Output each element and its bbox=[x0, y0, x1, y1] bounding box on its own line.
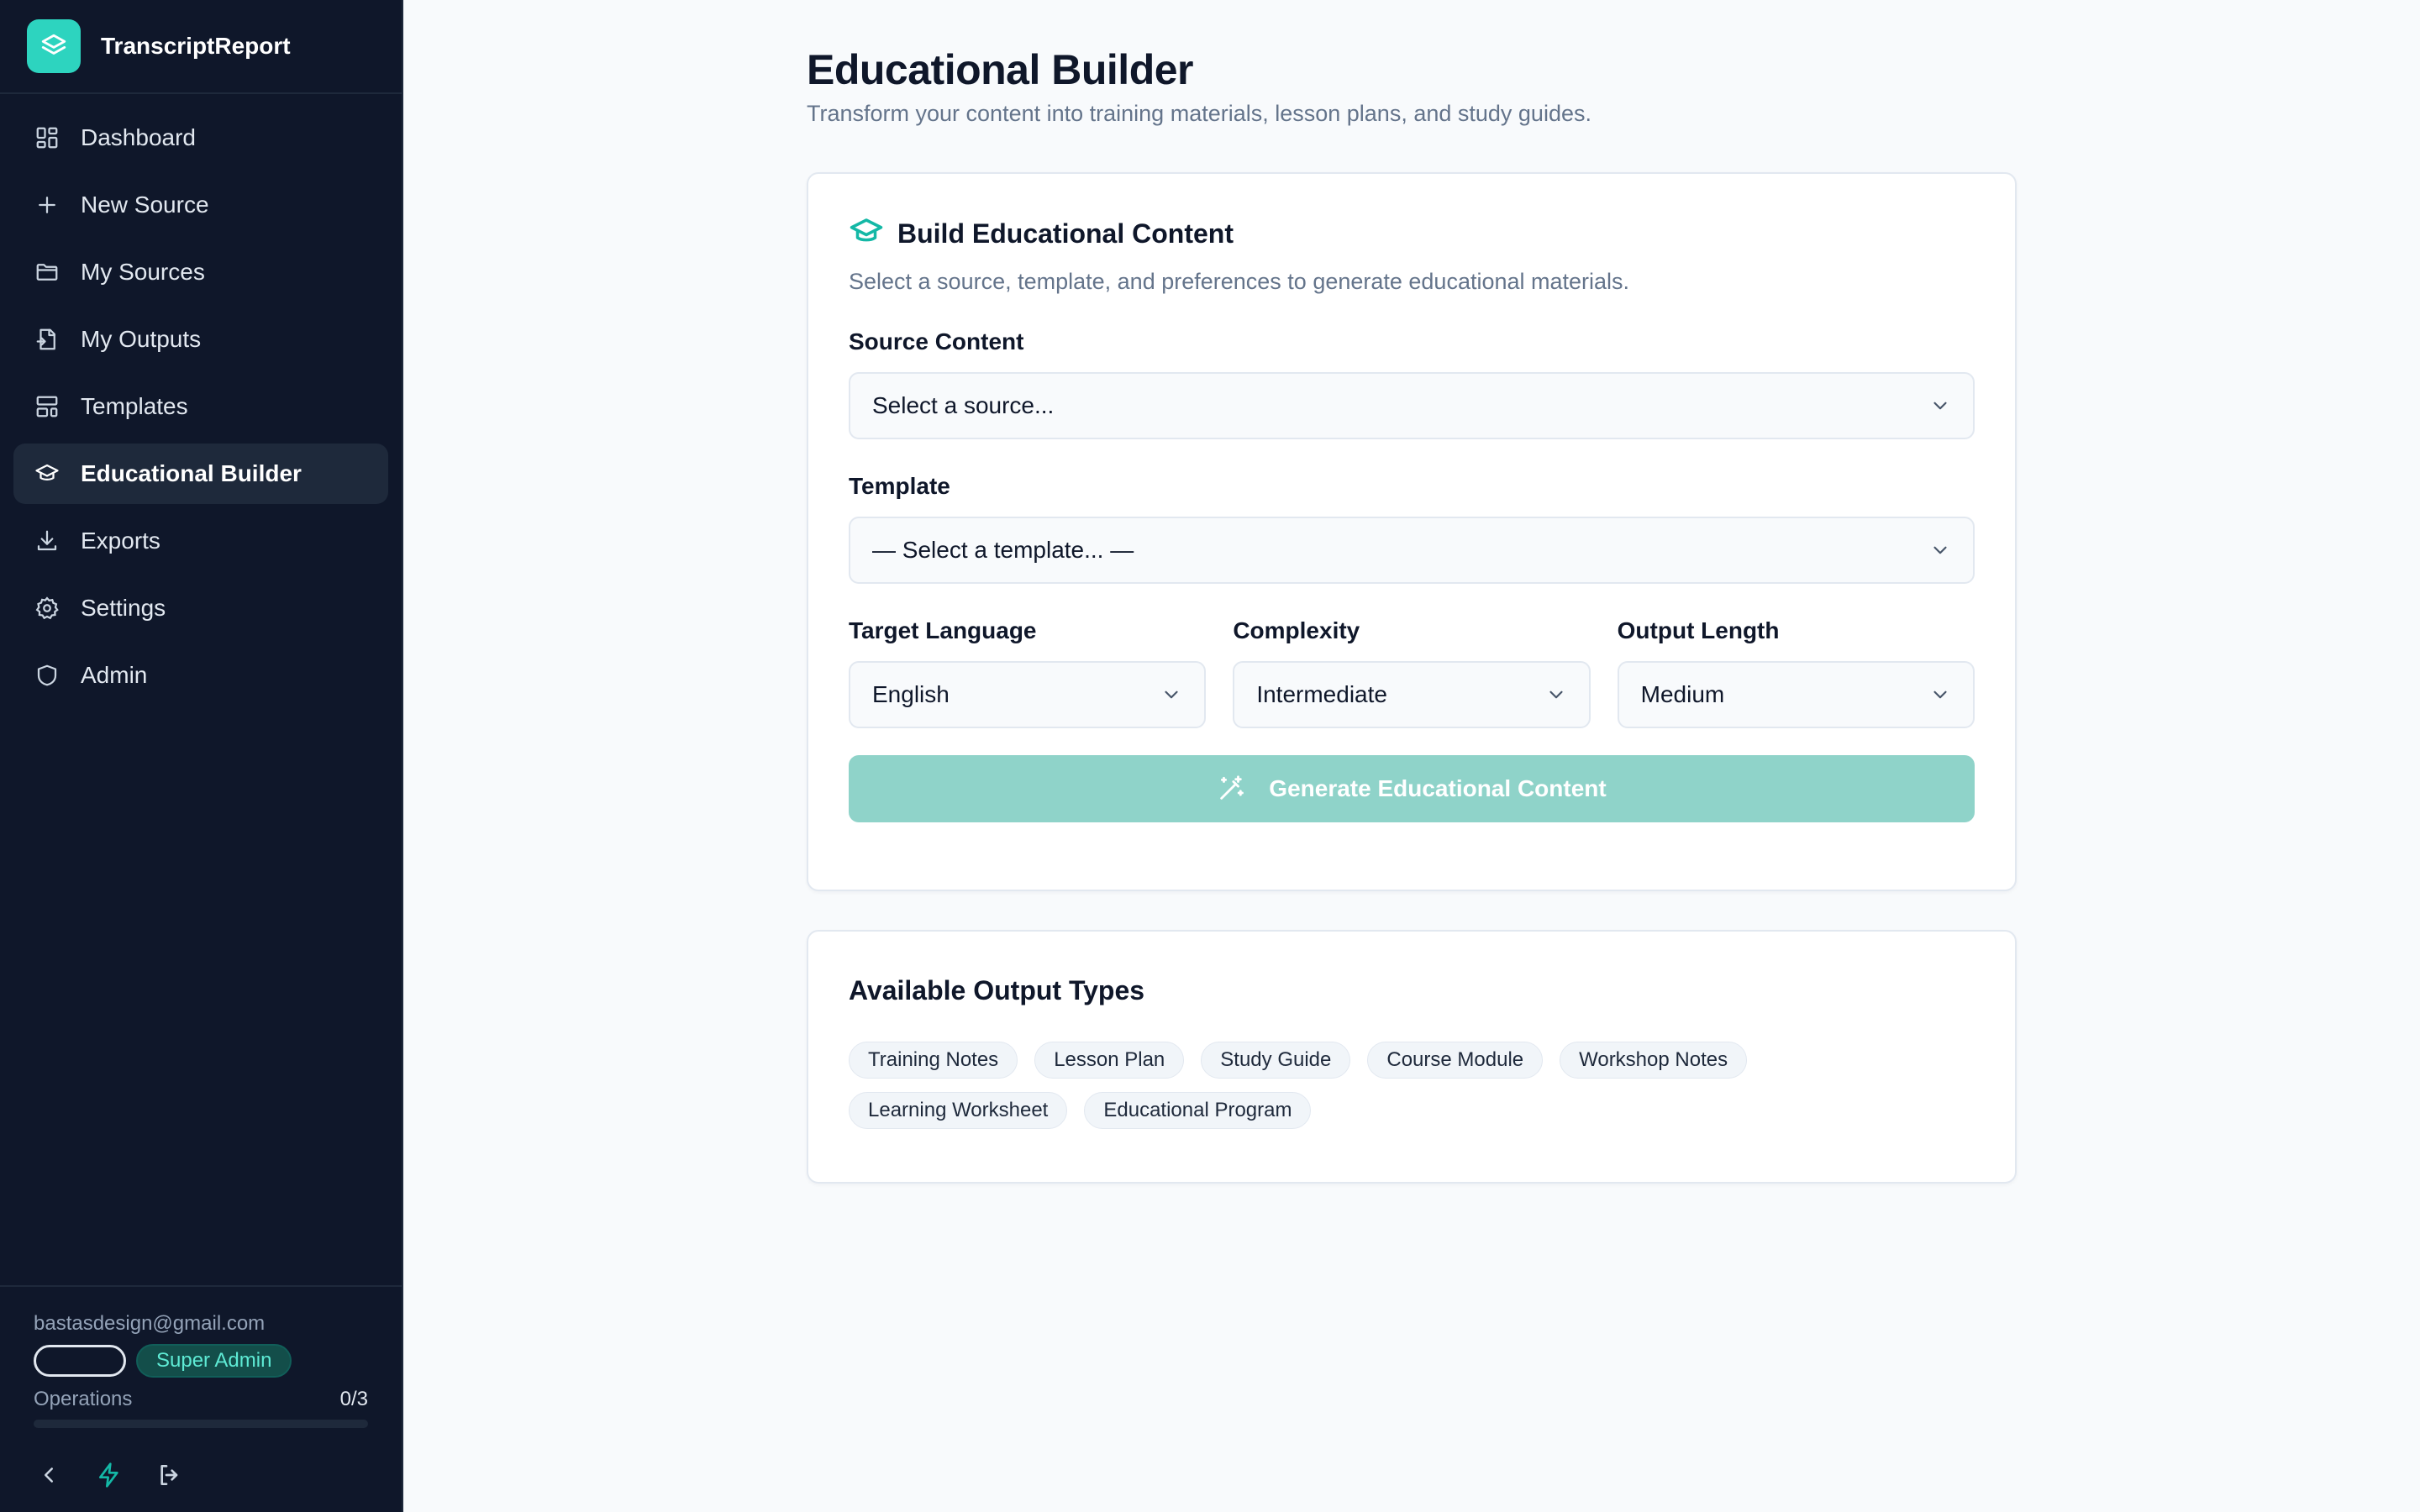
zap-icon[interactable] bbox=[94, 1460, 124, 1490]
brand[interactable]: TranscriptReport bbox=[0, 0, 402, 94]
sidebar-item-label: Templates bbox=[81, 393, 188, 419]
sidebar-footer-actions bbox=[34, 1460, 368, 1490]
role-badge: Super Admin bbox=[136, 1344, 292, 1378]
folder-icon bbox=[34, 259, 60, 286]
language-label: Target Language bbox=[849, 617, 1037, 643]
build-card-header: Build Educational Content bbox=[849, 214, 1975, 254]
output-type-chip: Workshop Notes bbox=[1560, 1042, 1748, 1079]
output-type-chip: Lesson Plan bbox=[1034, 1042, 1185, 1079]
sidebar-item-dashboard[interactable]: Dashboard bbox=[13, 108, 388, 168]
language-select-value: English bbox=[872, 681, 950, 707]
user-badges: Super Admin bbox=[34, 1344, 368, 1378]
sidebar-item-my-sources[interactable]: My Sources bbox=[13, 242, 388, 302]
sidebar-item-label: My Sources bbox=[81, 259, 205, 285]
sidebar-item-educational-builder[interactable]: Educational Builder bbox=[13, 444, 388, 504]
sidebar-nav: Dashboard New Source My Sources My Outpu… bbox=[0, 94, 402, 706]
build-card-description: Select a source, template, and preferenc… bbox=[849, 269, 1630, 294]
logout-icon[interactable] bbox=[155, 1460, 185, 1490]
sidebar-item-label: Exports bbox=[81, 528, 160, 554]
output-type-chip: Training Notes bbox=[849, 1042, 1018, 1079]
output-type-chip: Study Guide bbox=[1201, 1042, 1351, 1079]
length-label: Output Length bbox=[1617, 617, 1780, 643]
output-types-title: Available Output Types bbox=[849, 975, 1145, 1005]
preferences-row: Target Language English Complexity Inter… bbox=[849, 584, 1975, 728]
template-select-value: — Select a template... — bbox=[872, 537, 1134, 563]
language-select[interactable]: English bbox=[849, 661, 1207, 728]
sidebar-item-templates[interactable]: Templates bbox=[13, 376, 388, 437]
graduation-cap-icon bbox=[849, 214, 897, 254]
source-select-value: Select a source... bbox=[872, 392, 1055, 418]
build-card-title: Build Educational Content bbox=[897, 218, 1234, 249]
output-type-chip: Learning Worksheet bbox=[849, 1092, 1068, 1129]
language-field: Target Language English bbox=[849, 584, 1207, 728]
sidebar-item-my-outputs[interactable]: My Outputs bbox=[13, 309, 388, 370]
output-types-card: Available Output Types Training Notes Le… bbox=[807, 930, 2017, 1184]
plan-badge bbox=[34, 1345, 126, 1377]
shield-icon bbox=[34, 662, 60, 689]
file-output-icon bbox=[34, 326, 60, 353]
complexity-field: Complexity Intermediate bbox=[1233, 584, 1591, 728]
page-subtitle: Transform your content into training mat… bbox=[807, 101, 1591, 126]
layers-icon bbox=[27, 19, 81, 73]
magic-wand-icon bbox=[1220, 775, 1244, 800]
chevron-down-icon bbox=[1933, 546, 1947, 554]
operations-value: 0/3 bbox=[339, 1388, 368, 1410]
sidebar-item-label: My Outputs bbox=[81, 326, 202, 352]
length-select[interactable]: Medium bbox=[1617, 661, 1975, 728]
user-email: bastasdesign@gmail.com bbox=[34, 1312, 266, 1335]
sidebar-item-label: Settings bbox=[81, 595, 166, 621]
sidebar-item-label: Educational Builder bbox=[81, 460, 302, 486]
operations-progress-bar bbox=[34, 1420, 368, 1428]
sidebar-item-new-source[interactable]: New Source bbox=[13, 175, 388, 235]
sidebar-item-admin[interactable]: Admin bbox=[13, 645, 388, 706]
chevron-left-icon[interactable] bbox=[34, 1460, 64, 1490]
sidebar: TranscriptReport Dashboard New Source My… bbox=[0, 0, 403, 1512]
dashboard-icon bbox=[34, 124, 60, 151]
template-label: Template bbox=[849, 473, 950, 499]
complexity-label: Complexity bbox=[1233, 617, 1360, 643]
source-label: Source Content bbox=[849, 328, 1024, 354]
complexity-select-value: Intermediate bbox=[1256, 681, 1387, 707]
length-select-value: Medium bbox=[1640, 681, 1725, 707]
output-type-chip: Course Module bbox=[1367, 1042, 1544, 1079]
app-name: TranscriptReport bbox=[101, 33, 291, 59]
source-select[interactable]: Select a source... bbox=[849, 372, 1975, 439]
plus-icon bbox=[34, 192, 60, 218]
chevron-down-icon bbox=[1933, 690, 1947, 699]
page-title: Educational Builder bbox=[807, 46, 1194, 93]
complexity-select[interactable]: Intermediate bbox=[1233, 661, 1591, 728]
sidebar-footer: bastasdesign@gmail.com Super Admin Opera… bbox=[0, 1285, 402, 1512]
chevron-down-icon bbox=[1933, 402, 1947, 410]
generate-button-label: Generate Educational Content bbox=[1269, 775, 1607, 801]
chevron-down-icon bbox=[1165, 690, 1178, 699]
length-field: Output Length Medium bbox=[1617, 584, 1975, 728]
sidebar-item-label: New Source bbox=[81, 192, 209, 218]
gear-icon bbox=[34, 595, 60, 622]
download-icon bbox=[34, 528, 60, 554]
main-content: Educational Builder Transform your conte… bbox=[807, 0, 2017, 1184]
output-type-chip: Educational Program bbox=[1084, 1092, 1312, 1129]
layout-template-icon bbox=[34, 393, 60, 420]
operations-label: Operations bbox=[34, 1388, 133, 1410]
sidebar-item-settings[interactable]: Settings bbox=[13, 578, 388, 638]
build-card: Build Educational Content Select a sourc… bbox=[807, 172, 2017, 891]
template-select[interactable]: — Select a template... — bbox=[849, 517, 1975, 584]
sidebar-item-label: Dashboard bbox=[81, 124, 196, 150]
sidebar-item-exports[interactable]: Exports bbox=[13, 511, 388, 571]
sidebar-item-label: Admin bbox=[81, 662, 148, 688]
generate-button[interactable]: Generate Educational Content bbox=[849, 755, 1975, 822]
operations-row: Operations 0/3 bbox=[34, 1388, 368, 1411]
graduation-cap-icon bbox=[34, 460, 60, 487]
chevron-down-icon bbox=[1549, 690, 1563, 699]
output-types-list: Training Notes Lesson Plan Study Guide C… bbox=[849, 1042, 1975, 1129]
